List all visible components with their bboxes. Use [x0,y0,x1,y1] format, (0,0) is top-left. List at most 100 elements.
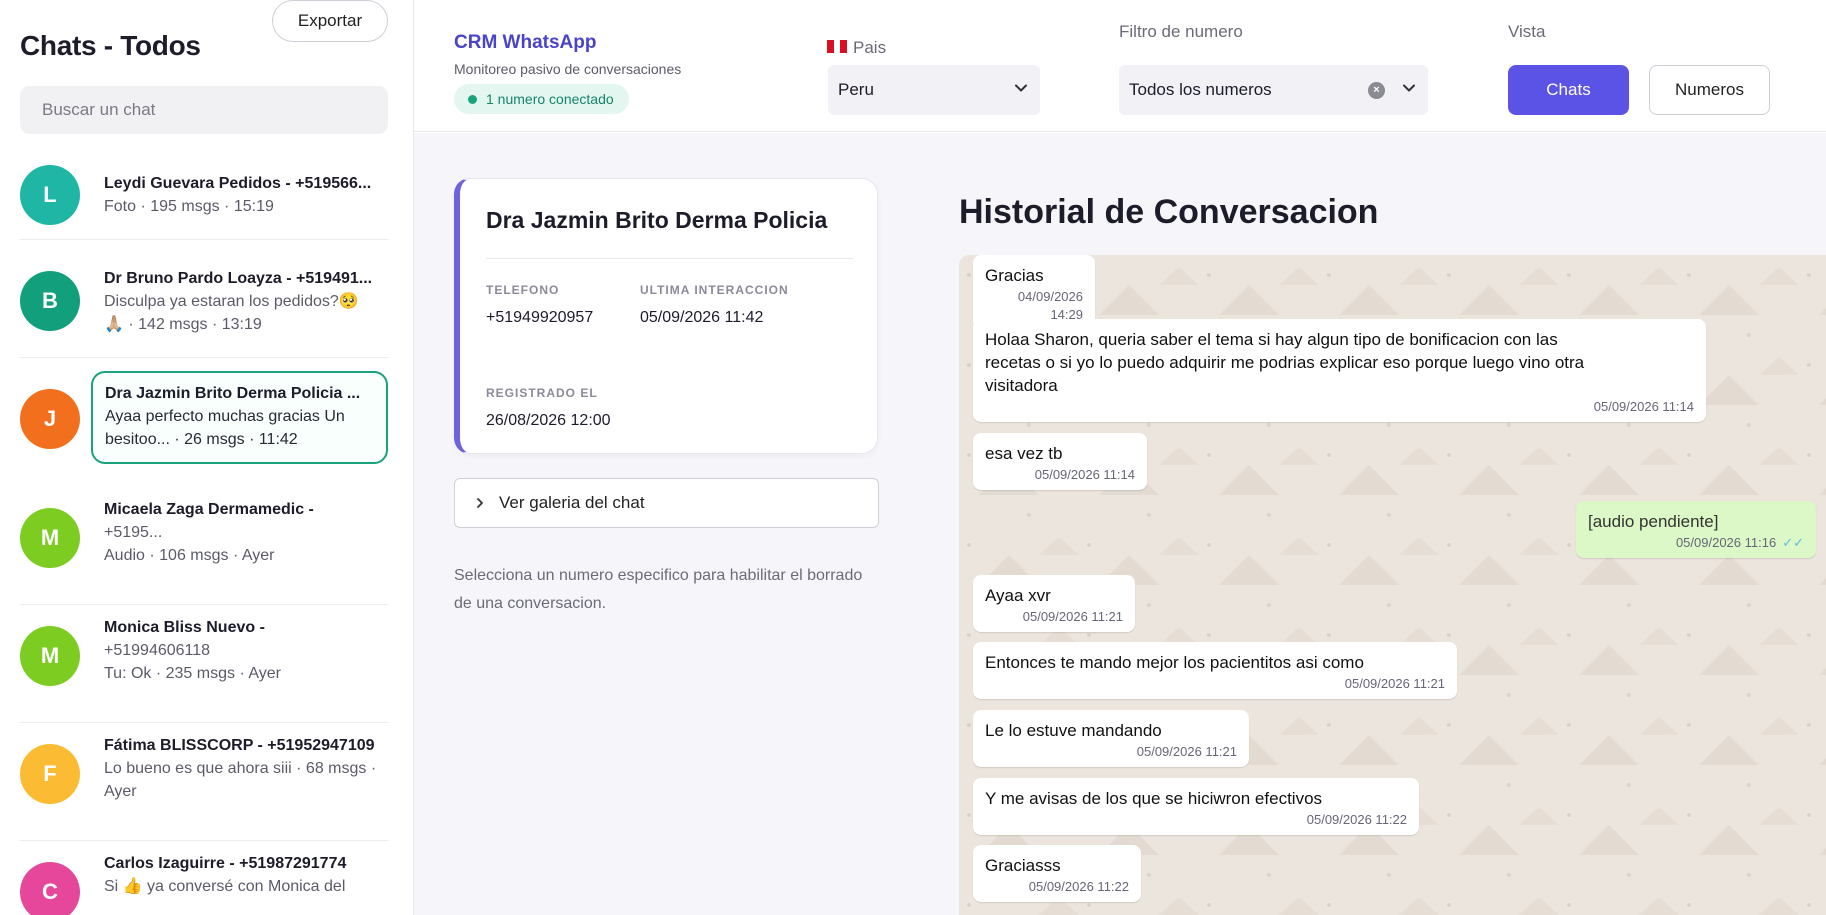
message-time: 05/09/2026 11:22 [1028,879,1129,894]
registered-value: 26/08/2026 12:00 [486,412,611,429]
chat-list-item-selected[interactable]: J Dra Jazmin Brito Derma Policia ... Aya… [0,371,413,477]
view-numbers-button[interactable]: Numeros [1649,65,1770,115]
registered-label: REGISTRADO EL [486,386,598,400]
message-time: 05/09/2026 11:16 [1675,535,1777,550]
message-time: 05/09/2026 11:21 [1022,609,1123,624]
message-bubble-incoming: Ayaa xvr 05/09/2026 11:21 [973,575,1135,632]
contact-name: Dra Jazmin Brito Derma Policia [486,207,828,233]
divider [20,604,388,605]
message-bubble-incoming: Holaa Sharon, queria saber el tema si ha… [973,319,1706,422]
message-bubble-outgoing: [audio pendiente] 05/09/2026 11:16 ✓✓ [1576,501,1816,558]
avatar: B [20,271,80,331]
number-filter-value: Todos los numeros [1129,80,1272,99]
chat-preview: Lo bueno es que ahora siii · 68 msgs · [104,760,377,777]
chat-name: Micaela Zaga Dermamedic - [104,501,314,518]
message-bubble-incoming: Graciasss 05/09/2026 11:22 [973,845,1141,902]
chat-name: Dr Bruno Pardo Loayza - +519491... [104,270,373,287]
view-chats-button[interactable]: Chats [1508,65,1629,115]
connection-status-text: 1 numero conectado [486,91,614,107]
conversation-history[interactable]: Gracias 04/09/2026 14:29 Holaa Sharon, q… [959,255,1826,915]
brand-title: CRM WhatsApp [454,32,597,53]
avatar: M [20,508,80,568]
chat-list-item[interactable]: F Fátima BLISSCORP - +51952947109 Lo bue… [0,724,413,841]
brand-subtitle: Monitoreo pasivo de conversaciones [454,61,682,77]
clear-icon[interactable]: × [1368,82,1385,99]
view-label: Vista [1508,22,1546,41]
last-interaction-label: ULTIMA INTERACCION [640,283,789,297]
top-header: CRM WhatsApp Monitoreo pasivo de convers… [414,0,1826,132]
divider [20,239,388,240]
main-content: Dra Jazmin Brito Derma Policia TELEFONO … [414,133,1826,915]
country-select-value: Peru [838,80,874,99]
message-time: 05/09/2026 11:21 [1136,744,1237,759]
search-input[interactable]: Buscar un chat [20,86,388,134]
peru-flag-icon [827,40,848,53]
status-dot-icon [468,95,477,104]
chat-preview: Si 👍 ya conversé con Monica del [104,878,346,895]
number-filter-label: Filtro de numero [1119,22,1243,41]
message-bubble-incoming: Entonces te mando mejor los pacientitos … [973,642,1457,699]
chevron-down-icon [1403,84,1415,92]
chat-gallery-toggle[interactable]: Ver galeria del chat [454,478,879,528]
message-time: 05/09/2026 11:14 [1593,399,1694,414]
gallery-label: Ver galeria del chat [499,493,645,512]
chat-meta: Ayer [104,783,137,800]
chat-meta: Tu: Ok · 235 msgs · Ayer [104,665,281,682]
message-bubble-incoming: Le lo estuve mandando 05/09/2026 11:21 [973,710,1249,767]
chevron-down-icon [1015,84,1027,92]
chat-list-item[interactable]: C Carlos Izaguirre - +51987291774 Si 👍 y… [0,842,413,915]
avatar: C [20,862,80,915]
chat-meta: Audio · 106 msgs · Ayer [104,547,275,564]
message-time: 05/09/2026 11:22 [1306,812,1407,827]
avatar: F [20,744,80,804]
export-button[interactable]: Exportar [272,0,388,42]
chat-phone: +51994606118 [104,642,211,659]
chat-list-item[interactable]: M Monica Bliss Nuevo - +51994606118 Tu: … [0,606,413,723]
chat-name: Dra Jazmin Brito Derma Policia ... [105,385,361,402]
divider [486,258,853,259]
contact-card: Dra Jazmin Brito Derma Policia TELEFONO … [454,178,878,454]
chat-sidebar: Chats - Todos Exportar Buscar un chat L … [0,0,414,915]
message-text: Entonces te mando mejor los pacientitos … [985,653,1364,672]
number-filter-select[interactable]: Todos los numeros × [1119,65,1428,115]
country-label: Pais [853,38,887,57]
last-interaction-value: 05/09/2026 11:42 [640,309,764,326]
message-text: Y me avisas de los que se hiciwron efect… [985,789,1323,808]
message-text: Graciasss [985,856,1061,875]
chat-name: Monica Bliss Nuevo - [104,619,265,636]
chat-meta: besitoo... · 26 msgs · 11:42 [105,431,298,448]
chat-name: Leydi Guevara Pedidos - +5195​66... [104,175,372,192]
read-receipt-icon: ✓✓ [1782,535,1804,550]
chat-preview: Ayaa perfecto muchas gracias Un [105,408,345,425]
delete-hint-text: Selecciona un numero especifico para hab… [454,567,863,612]
message-bubble-incoming: Y me avisas de los que se hiciwron efect… [973,778,1419,835]
chat-phone: +5195... [104,524,163,541]
divider [20,840,388,841]
chat-name: Carlos Izaguirre - +51987291774 [104,855,347,872]
message-bubble-incoming: esa vez tb 05/09/2026 11:14 [973,433,1147,490]
country-select[interactable]: Peru [828,65,1040,115]
sidebar-title: Chats - Todos [20,30,201,61]
chevron-right-icon [477,498,483,508]
chat-list-item[interactable]: B Dr Bruno Pardo Loayza - +519491... Dis… [0,241,413,358]
message-text: Holaa Sharon, queria saber el tema si ha… [985,330,1585,395]
chat-list-item[interactable]: L Leydi Guevara Pedidos - +5195​66... Fo… [0,150,413,240]
message-time: 05/09/2026 11:14 [1034,467,1135,482]
chat-preview: Disculpa ya estaran los pedidos?🥺 [104,293,359,310]
message-time: 05/09/2026 11:21 [1344,676,1445,691]
chat-meta: 🙏🏼 · 142 msgs · 13:19 [104,316,262,333]
chat-name: Fátima BLISSCORP - +51952947109 [104,737,375,754]
message-text: Gracias [985,266,1044,285]
message-text: Le lo estuve mandando [985,721,1162,740]
search-placeholder: Buscar un chat [42,100,156,119]
phone-label: TELEFONO [486,283,560,297]
connection-status-badge: 1 numero conectado [454,84,629,114]
chat-list-item[interactable]: M Micaela Zaga Dermamedic - +5195... Aud… [0,488,413,605]
divider [20,722,388,723]
message-text: Ayaa xvr [985,586,1051,605]
message-text: [audio pendiente] [1588,512,1719,531]
phone-value: +51949920957 [486,309,594,326]
avatar: L [20,165,80,225]
chat-preview: Foto · 195 msgs · 15:19 [104,198,274,215]
avatar: M [20,626,80,686]
